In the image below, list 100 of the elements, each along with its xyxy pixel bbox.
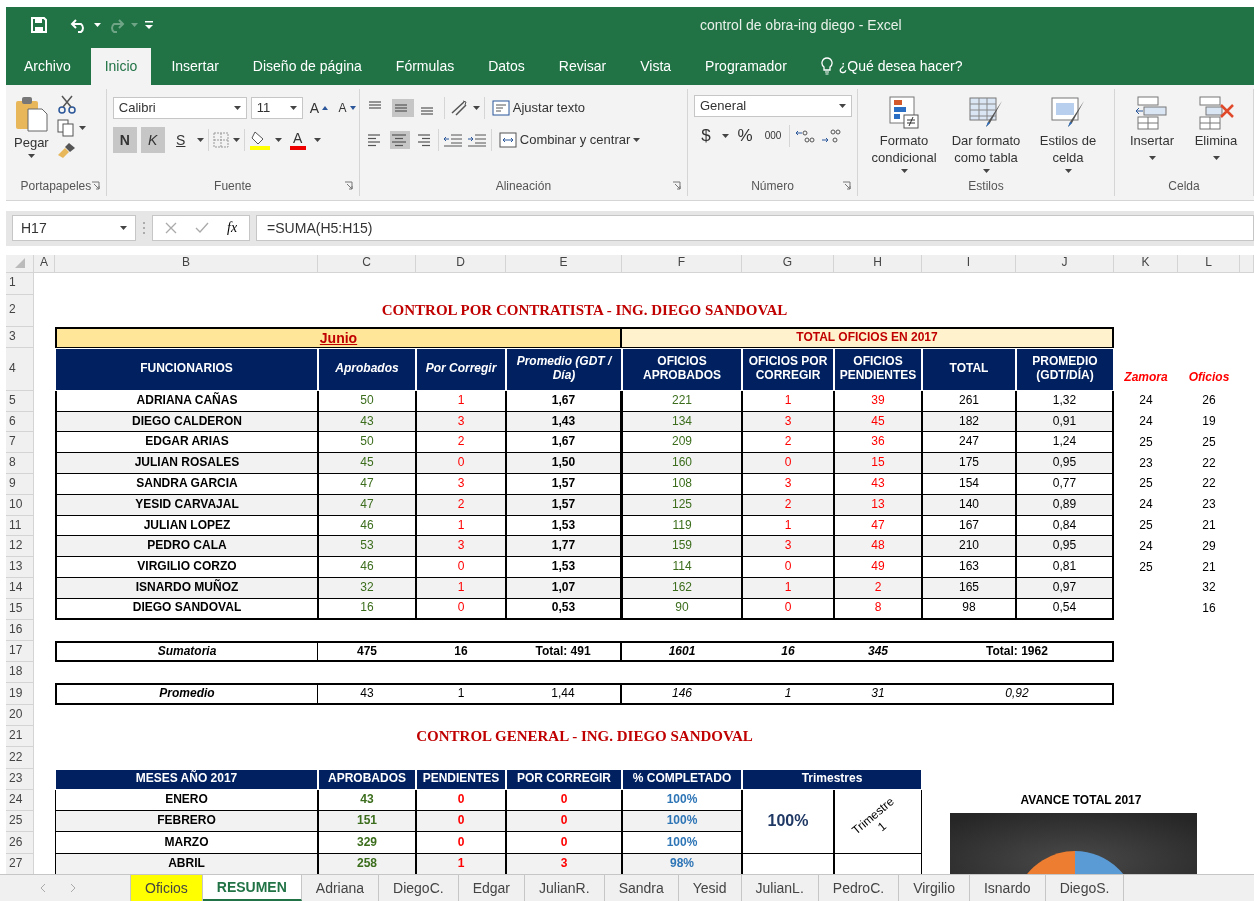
cells-button[interactable]: Elimina — [1185, 94, 1247, 176]
customize-icon[interactable] — [144, 20, 154, 31]
row-header: 15 — [6, 598, 34, 620]
fill-color-icon[interactable] — [248, 129, 271, 150]
sheet-tab[interactable]: Isnardo — [969, 875, 1046, 901]
caret-icon[interactable] — [472, 105, 480, 110]
caret-icon[interactable] — [313, 137, 321, 142]
caret-icon[interactable] — [196, 137, 204, 142]
caret-icon[interactable] — [274, 137, 282, 142]
font-style-button[interactable]: N — [112, 126, 137, 153]
sheet-tab[interactable]: DiegoC. — [379, 875, 459, 901]
ribbon-tab[interactable]: Inicio — [90, 47, 152, 85]
save-icon[interactable] — [30, 16, 48, 35]
caret-icon[interactable] — [233, 105, 241, 110]
sheet-tab[interactable]: PedroC. — [818, 875, 900, 901]
font-name-field[interactable]: Calibri — [112, 96, 247, 119]
percent-button[interactable]: % — [733, 122, 757, 149]
merge-center-button[interactable]: Combinar y centrar — [495, 126, 644, 153]
table-cell: 45 — [318, 453, 416, 474]
align-center-icon[interactable] — [389, 130, 410, 149]
align-middle-icon[interactable] — [391, 98, 414, 117]
sheet-tab[interactable]: Edgar — [458, 875, 526, 901]
scissors-icon[interactable] — [56, 94, 77, 115]
ribbon-tab[interactable]: Programador — [691, 47, 801, 85]
table-cell-text: 24 — [1138, 537, 1154, 555]
dialog-launcher-icon[interactable] — [343, 181, 353, 191]
grow-font-button[interactable]: A — [306, 94, 332, 121]
caret-icon[interactable] — [78, 125, 86, 130]
paste-icon[interactable] — [14, 94, 49, 133]
dialog-launcher-icon[interactable] — [842, 181, 851, 191]
sheet-tab[interactable]: JulianR. — [525, 875, 605, 901]
formula-field[interactable]: =SUMA(H5:H15) — [256, 215, 1254, 242]
font-style-button[interactable]: K — [140, 126, 165, 153]
font-style-button[interactable]: S — [168, 126, 193, 153]
cells-button[interactable]: Insertar — [1121, 94, 1183, 176]
dialog-launcher-icon[interactable] — [90, 181, 100, 191]
tell-me-text[interactable]: ¿Qué desea hacer? — [838, 58, 963, 75]
lightbulb-icon[interactable] — [820, 57, 833, 76]
caret-icon[interactable] — [94, 23, 101, 28]
caret-icon[interactable] — [120, 226, 127, 231]
sheet-tab[interactable]: DiegoS. — [1045, 875, 1125, 901]
caret-icon[interactable] — [1148, 155, 1156, 160]
ribbon-tab[interactable]: Revisar — [544, 47, 621, 85]
table-cell: 3 — [506, 853, 622, 875]
sheet-tab[interactable]: Yesid — [678, 875, 742, 901]
insert-function-button[interactable]: fx — [227, 220, 238, 237]
caret-icon[interactable] — [722, 133, 729, 138]
caret-icon[interactable] — [900, 168, 908, 173]
name-box[interactable]: H17 — [12, 215, 136, 242]
table-cell: Total: 1962 — [922, 640, 1114, 663]
wrap-text-button[interactable]: Ajustar texto — [488, 94, 589, 121]
table-cell: 345 — [834, 640, 922, 663]
style-button[interactable]: Dar formato como tabla — [946, 94, 1026, 176]
number-format-field[interactable]: General — [694, 94, 852, 117]
ribbon-tab[interactable]: Fórmulas — [381, 47, 469, 85]
style-button[interactable]: Formato condicional — [864, 94, 944, 176]
table-cell-text: 16 — [1201, 600, 1217, 618]
caret-icon[interactable] — [27, 153, 35, 158]
row-header: 22 — [6, 747, 34, 769]
column-heading: FUNCIONARIOS — [55, 347, 318, 391]
sheet-tab[interactable]: RESUMEN — [202, 875, 302, 901]
table-cell: FEBRERO — [55, 811, 318, 833]
ribbon-tab[interactable]: Diseño de página — [238, 47, 376, 85]
sheet-tab[interactable]: JulianL. — [741, 875, 819, 901]
caret-icon[interactable] — [1064, 168, 1072, 173]
style-button[interactable]: Estilos de celda — [1028, 94, 1108, 176]
shrink-font-button[interactable]: A — [335, 94, 360, 121]
sheet-tab[interactable]: Oficios — [131, 875, 203, 901]
caret-icon[interactable] — [289, 105, 297, 110]
row-header: 3 — [6, 326, 34, 348]
thousands-button[interactable]: 000 — [761, 122, 785, 149]
ribbon-tab[interactable]: Datos — [474, 47, 539, 85]
currency-button[interactable]: $ — [694, 122, 718, 149]
table-cell: 98 — [922, 598, 1016, 620]
dialog-launcher-icon[interactable] — [672, 181, 681, 191]
ribbon-tab[interactable]: Vista — [626, 47, 686, 85]
table-cell: 15 — [834, 453, 922, 474]
table-cell: 1 — [742, 683, 834, 705]
caret-icon[interactable] — [839, 103, 846, 108]
row-header: 7 — [6, 432, 34, 454]
caret-icon[interactable] — [633, 137, 641, 142]
paste-button[interactable]: Pegar — [12, 94, 51, 176]
font-color-button[interactable]: A — [285, 126, 310, 153]
ribbon-tab[interactable]: Archivo — [10, 47, 85, 85]
ribbon-tab[interactable]: Insertar — [157, 47, 233, 85]
group-label: Estilos — [968, 178, 1004, 193]
check-icon[interactable] — [195, 222, 209, 235]
brush-icon[interactable] — [56, 140, 77, 159]
caret-icon[interactable] — [982, 168, 990, 173]
sheet-tab[interactable]: Virgilio — [899, 875, 970, 901]
font-size-field[interactable]: 11 — [250, 96, 303, 119]
table-cell-text: 22 — [1201, 454, 1217, 472]
sheet-tab[interactable]: Adriana — [301, 875, 380, 901]
caret-icon[interactable] — [232, 137, 240, 142]
copy-icon[interactable] — [56, 118, 75, 137]
decrease-decimal-icon[interactable] — [820, 126, 842, 145]
caret-icon[interactable] — [1212, 155, 1220, 160]
report-title: CONTROL GENERAL - ING. DIEGO SANDOVAL — [415, 727, 754, 746]
table-cell: 1 — [416, 853, 506, 875]
sheet-tab[interactable]: Sandra — [604, 875, 679, 901]
